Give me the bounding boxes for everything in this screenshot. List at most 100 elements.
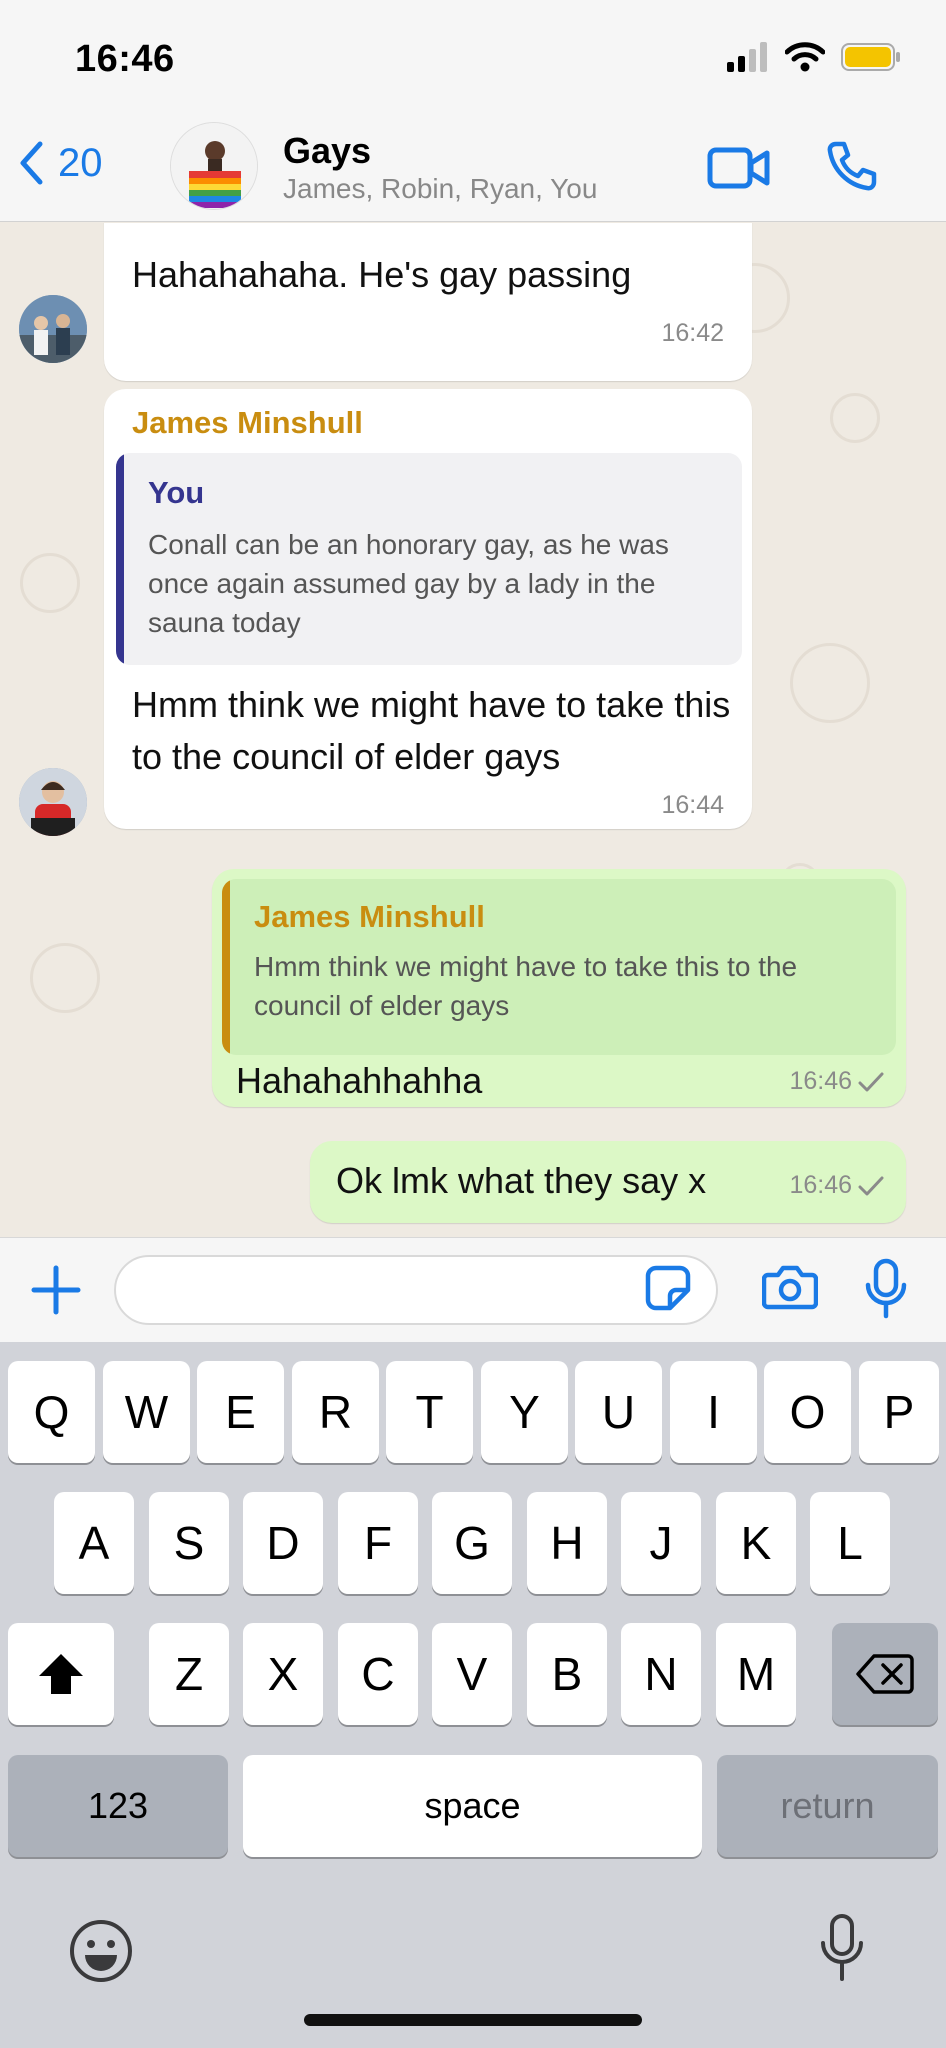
- key-h[interactable]: H: [527, 1492, 607, 1594]
- key-e[interactable]: E: [197, 1361, 284, 1463]
- message-text: Hahahahhahha: [236, 1060, 483, 1101]
- chat-title[interactable]: Gays: [283, 130, 371, 172]
- chat-header: 16:46 20 Gays James, Robin, Ryan, You: [0, 0, 946, 222]
- group-avatar-image: [171, 123, 257, 209]
- key-f[interactable]: F: [338, 1492, 418, 1594]
- camera-button[interactable]: [761, 1263, 819, 1316]
- dictation-button[interactable]: [818, 1913, 866, 1988]
- message-text: Hmm think we might have to take this to …: [132, 684, 731, 777]
- backspace-icon: [856, 1654, 914, 1694]
- video-camera-icon: [707, 147, 770, 189]
- key-v[interactable]: V: [432, 1623, 512, 1725]
- key-c[interactable]: C: [338, 1623, 418, 1725]
- voice-note-button[interactable]: [864, 1258, 908, 1325]
- message-list[interactable]: Hahahahaha. He's gay passing 16:42 James…: [0, 223, 946, 1237]
- sent-check-icon: [858, 1176, 884, 1195]
- key-u[interactable]: U: [575, 1361, 662, 1463]
- key-q[interactable]: Q: [8, 1361, 95, 1463]
- signal-icon: [727, 42, 767, 72]
- sticker-icon: [645, 1265, 691, 1311]
- key-b[interactable]: B: [527, 1623, 607, 1725]
- sender-avatar-image: [19, 295, 87, 363]
- wifi-icon: [785, 42, 825, 72]
- plus-icon: [31, 1265, 81, 1315]
- quoted-sender: You: [148, 475, 205, 510]
- message-time: 16:46: [789, 1067, 884, 1096]
- key-j[interactable]: J: [621, 1492, 701, 1594]
- key-t[interactable]: T: [386, 1361, 473, 1463]
- status-time: 16:46: [75, 38, 175, 80]
- wallpaper-doodle: [20, 553, 80, 613]
- key-x[interactable]: X: [243, 1623, 323, 1725]
- message-input[interactable]: [114, 1255, 718, 1325]
- voice-call-button[interactable]: [826, 140, 878, 197]
- sent-check-icon: [858, 1072, 884, 1091]
- key-k[interactable]: K: [716, 1492, 796, 1594]
- quoted-text: Hmm think we might have to take this to …: [254, 951, 798, 1021]
- home-indicator[interactable]: [304, 2014, 642, 2026]
- message-compose-bar: [0, 1237, 946, 1342]
- time-label: 16:42: [661, 319, 724, 347]
- key-z[interactable]: Z: [149, 1623, 229, 1725]
- sticker-button[interactable]: [644, 1264, 692, 1317]
- quoted-sender: James Minshull: [254, 899, 485, 934]
- incoming-message[interactable]: Hahahahaha. He's gay passing 16:42: [104, 223, 752, 381]
- unread-count: 20: [58, 140, 103, 185]
- key-m[interactable]: M: [716, 1623, 796, 1725]
- key-p[interactable]: P: [859, 1361, 939, 1463]
- key-r[interactable]: R: [292, 1361, 379, 1463]
- sender-avatar[interactable]: [19, 295, 87, 363]
- message-time: 16:46: [789, 1171, 884, 1200]
- back-button[interactable]: 20: [18, 140, 103, 186]
- return-key[interactable]: return: [717, 1755, 938, 1857]
- message-text: Hahahahaha. He's gay passing: [132, 254, 632, 295]
- chat-participants[interactable]: James, Robin, Ryan, You: [283, 173, 597, 205]
- shift-key[interactable]: [8, 1623, 114, 1725]
- message-text: Ok lmk what they say x: [336, 1160, 707, 1201]
- microphone-icon: [865, 1258, 907, 1319]
- key-g[interactable]: G: [432, 1492, 512, 1594]
- sender-name: James Minshull: [132, 405, 363, 440]
- message-time: 16:42: [661, 319, 724, 348]
- key-l[interactable]: L: [810, 1492, 890, 1594]
- outgoing-message[interactable]: Ok lmk what they say x 16:46: [310, 1141, 906, 1223]
- time-label: 16:44: [661, 791, 724, 819]
- wallpaper-doodle: [830, 393, 880, 443]
- status-icons: [727, 42, 901, 72]
- key-a[interactable]: A: [54, 1492, 134, 1594]
- space-key[interactable]: space: [243, 1755, 702, 1857]
- incoming-message[interactable]: James Minshull You Conall can be an hono…: [104, 389, 752, 829]
- attach-button[interactable]: [30, 1264, 82, 1321]
- wallpaper-doodle: [790, 643, 870, 723]
- wallpaper-doodle: [30, 943, 100, 1013]
- quoted-message[interactable]: James Minshull Hmm think we might have t…: [222, 879, 896, 1055]
- time-label: 16:46: [789, 1171, 852, 1199]
- battery-icon: [841, 43, 900, 71]
- video-call-button[interactable]: [707, 145, 771, 196]
- key-y[interactable]: Y: [481, 1361, 568, 1463]
- sender-avatar[interactable]: [19, 768, 87, 836]
- key-w[interactable]: W: [103, 1361, 190, 1463]
- emoji-button[interactable]: [68, 1918, 134, 1989]
- chevron-left-icon: [20, 141, 43, 185]
- key-o[interactable]: O: [764, 1361, 851, 1463]
- key-i[interactable]: I: [670, 1361, 757, 1463]
- group-avatar[interactable]: [170, 122, 258, 210]
- camera-icon: [761, 1265, 819, 1310]
- outgoing-message[interactable]: James Minshull Hmm think we might have t…: [212, 869, 906, 1107]
- emoji-icon: [70, 1920, 132, 1982]
- microphone-icon: [821, 1914, 863, 1981]
- key-s[interactable]: S: [149, 1492, 229, 1594]
- backspace-key[interactable]: [832, 1623, 938, 1725]
- quoted-text: Conall can be an honorary gay, as he was…: [148, 529, 669, 638]
- key-d[interactable]: D: [243, 1492, 323, 1594]
- key-n[interactable]: N: [621, 1623, 701, 1725]
- time-label: 16:46: [789, 1067, 852, 1095]
- shift-icon: [39, 1654, 83, 1694]
- phone-icon: [827, 141, 877, 191]
- sender-avatar-image: [19, 768, 87, 836]
- quote-bar: [222, 879, 230, 1055]
- message-time: 16:44: [661, 791, 724, 820]
- quoted-message[interactable]: You Conall can be an honorary gay, as he…: [116, 453, 742, 665]
- numbers-key[interactable]: 123: [8, 1755, 228, 1857]
